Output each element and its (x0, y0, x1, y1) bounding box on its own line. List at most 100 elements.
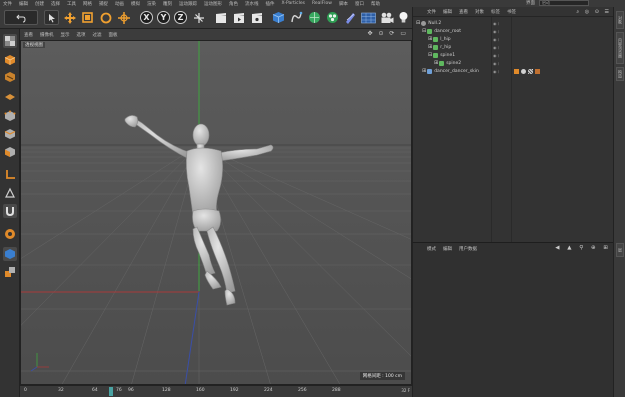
am-menu-user-data[interactable]: 用户数据 (459, 246, 477, 252)
om-menu-file[interactable]: 文件 (427, 9, 436, 15)
render-to-picture-viewer-button[interactable] (231, 10, 246, 25)
light-button[interactable] (396, 10, 411, 25)
viewport-menu-view[interactable]: 查看 (24, 32, 33, 38)
material-tag-icon[interactable] (521, 68, 526, 74)
rotate-button[interactable] (98, 10, 113, 25)
edges-mode-button[interactable] (3, 127, 17, 141)
playhead[interactable] (109, 387, 113, 396)
y-axis-button[interactable]: Y (156, 10, 171, 25)
tab-objects[interactable]: 对象 (616, 11, 624, 29)
live-select-button[interactable] (44, 10, 59, 25)
om-menu-bookmarks[interactable]: 书签 (507, 9, 516, 15)
collapse-icon[interactable]: ⊟ (416, 20, 420, 26)
polygons-mode-button[interactable] (3, 145, 17, 159)
cube-button[interactable] (271, 10, 286, 25)
visibility-dots-icon[interactable]: ◉ ⁝ (493, 29, 499, 34)
object-row-spine2[interactable]: ⊞ spine2 ◉ ⁝ (413, 59, 613, 67)
tab-content-browser[interactable]: 内容浏览器 (616, 32, 624, 64)
am-toolbar-icons[interactable]: ◀ ▲ ⚲ ⊕ ⊞ (555, 245, 611, 251)
visibility-dots-icon[interactable]: ◉ ⁝ (493, 69, 499, 74)
timeline[interactable]: 0 32 64 76 96 128 160 192 224 256 288 32… (20, 385, 412, 397)
visibility-dots-icon[interactable]: ◉ ⁝ (493, 45, 499, 50)
x-axis-button[interactable]: X (139, 10, 154, 25)
om-menu-objects[interactable]: 对象 (475, 9, 484, 15)
menu-item-render[interactable]: 渲染 (147, 1, 156, 7)
expand-icon[interactable]: ⊞ (428, 44, 432, 50)
solo-button[interactable] (3, 247, 17, 261)
menu-item-window[interactable]: 窗口 (355, 1, 364, 7)
om-menu-tags[interactable]: 标签 (491, 9, 500, 15)
om-menu-edit[interactable]: 编辑 (443, 9, 452, 15)
menu-item-help[interactable]: 帮助 (371, 1, 380, 7)
scale-button[interactable] (80, 10, 95, 25)
viewport-solo-button[interactable] (3, 265, 17, 279)
menu-item-plugins[interactable]: 插件 (266, 1, 275, 7)
points-mode-button[interactable] (3, 109, 17, 123)
viewport-menu-options[interactable]: 选项 (77, 32, 86, 38)
menu-item-create[interactable]: 创建 (35, 1, 44, 7)
object-row-null2[interactable]: ⊟ Null.2 ◉ ⁝ (413, 19, 613, 27)
3d-viewport[interactable]: 透视视图 网格间距 : 100 cm (20, 40, 412, 385)
collapse-icon[interactable]: ⊟ (428, 52, 432, 58)
om-menu-view[interactable]: 查看 (459, 9, 468, 15)
expand-icon[interactable]: ⊞ (422, 68, 426, 74)
recent-tool-button[interactable] (116, 10, 131, 25)
undo-button[interactable] (4, 10, 38, 25)
make-editable-button[interactable] (3, 34, 17, 48)
visibility-dots-icon[interactable]: ◉ ⁝ (493, 53, 499, 58)
cloner-button[interactable] (325, 10, 340, 25)
menu-item-animate[interactable]: 动画 (115, 1, 124, 7)
coordinate-system-button[interactable] (191, 10, 206, 25)
menu-item-snap[interactable]: 捕捉 (99, 1, 108, 7)
tab-layers[interactable]: 层 (616, 243, 624, 257)
render-settings-button[interactable] (249, 10, 264, 25)
render-view-button[interactable] (213, 10, 228, 25)
tweak-mode-button[interactable] (3, 186, 17, 200)
tab-structure[interactable]: 构造 (616, 67, 624, 81)
am-menu-edit[interactable]: 编辑 (443, 246, 452, 252)
menu-item-mesh[interactable]: 网格 (83, 1, 92, 7)
z-axis-button[interactable]: Z (173, 10, 188, 25)
checker-tag-icon[interactable] (528, 68, 533, 74)
viewport-menu-filter[interactable]: 过滤 (93, 32, 102, 38)
viewport-menu-display[interactable]: 显示 (61, 32, 70, 38)
viewport-menu-panel[interactable]: 面板 (109, 32, 118, 38)
menu-item-pipeline[interactable]: 流水线 (245, 1, 259, 7)
menu-item-script[interactable]: 脚本 (339, 1, 348, 7)
menu-item-sculpt[interactable]: 雕刻 (163, 1, 172, 7)
object-row-dancer-root[interactable]: ⊟ dancer_root ◉ ⁝ (413, 27, 613, 35)
object-row-dancer-skin[interactable]: ⊞ dancer_dancer_skin ◉ ⁝ (413, 67, 613, 75)
object-row-spine1[interactable]: ⊟ spine1 ◉ ⁝ (413, 51, 613, 59)
texture-mode-button[interactable] (3, 70, 17, 84)
workplane-mode-button[interactable] (3, 88, 17, 102)
floor-button[interactable] (360, 10, 377, 25)
menu-item-simulate[interactable]: 模拟 (131, 1, 140, 7)
visibility-dots-icon[interactable]: ◉ ⁝ (493, 61, 499, 66)
object-row-r-hip[interactable]: ⊞ r_hip ◉ ⁝ (413, 43, 613, 51)
menu-item-motion-tracking[interactable]: 运动跟踪 (179, 1, 197, 7)
menu-item-mograph[interactable]: 运动图形 (204, 1, 222, 7)
camera-button[interactable] (379, 10, 394, 25)
object-row-l-hip[interactable]: ⊞ l_hip ◉ ⁝ (413, 35, 613, 43)
viewport-menu-cameras[interactable]: 摄像机 (40, 32, 54, 38)
menu-item-tools[interactable]: 工具 (67, 1, 76, 7)
visibility-dots-icon[interactable]: ◉ ⁝ (493, 37, 499, 42)
am-menu-mode[interactable]: 模式 (427, 246, 436, 252)
workplane-lock-button[interactable] (3, 227, 17, 241)
menu-item-x-particles[interactable]: X-Particles (282, 1, 305, 6)
menu-item-character[interactable]: 角色 (229, 1, 238, 7)
end-frame-field[interactable]: 32 F (401, 388, 410, 393)
menu-item-select[interactable]: 选择 (51, 1, 60, 7)
viewport-navigation-icons[interactable]: ✥ ⊙ ⟳ ▭ (368, 30, 408, 37)
deformer-button[interactable] (343, 10, 358, 25)
spline-pen-button[interactable] (289, 10, 304, 25)
snapping-button[interactable] (3, 204, 17, 218)
collapse-icon[interactable]: ⊟ (422, 28, 426, 34)
skin-tag-icon[interactable] (535, 68, 540, 74)
visibility-dots-icon[interactable]: ◉ ⁝ (493, 21, 499, 26)
om-toolbar-icons[interactable]: ⌕ ◎ ⊙ ☰ (576, 9, 611, 15)
expand-icon[interactable]: ⊞ (434, 60, 438, 66)
menu-item-realflow[interactable]: RealFlow (312, 1, 332, 6)
expand-icon[interactable]: ⊞ (428, 36, 432, 42)
menu-item-edit[interactable]: 编辑 (19, 1, 28, 7)
